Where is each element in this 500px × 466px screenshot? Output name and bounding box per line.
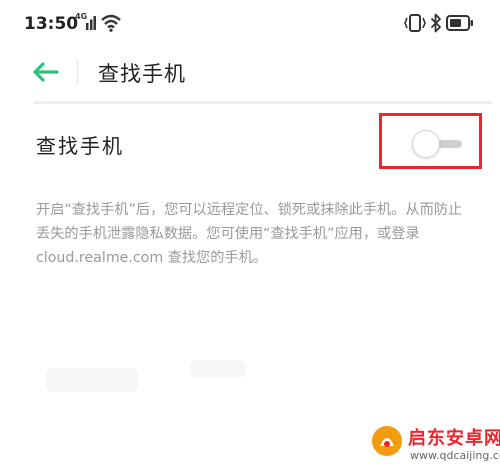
back-button[interactable] bbox=[30, 58, 66, 86]
setting-description: 开启“查找手机”后，您可以远程定位、锁死或抹除此手机。从而防止丢失的手机泄露隐私… bbox=[36, 202, 463, 266]
status-time: 13:50 bbox=[24, 14, 79, 34]
background-blur bbox=[190, 360, 246, 378]
watermark-logo-icon bbox=[372, 426, 402, 456]
watermark-title: 启东安卓网 bbox=[408, 428, 500, 449]
header-divider bbox=[77, 60, 78, 84]
app-header: 查找手机 bbox=[0, 52, 500, 92]
section-divider bbox=[34, 101, 492, 104]
battery-icon bbox=[446, 15, 473, 31]
toggle-knob bbox=[412, 130, 440, 158]
wifi-icon bbox=[101, 14, 121, 32]
page-title: 查找手机 bbox=[98, 62, 186, 86]
watermark-url: www.qdcaijing.com bbox=[410, 449, 500, 462]
arrow-left-icon bbox=[33, 62, 59, 82]
find-phone-toggle[interactable] bbox=[412, 130, 466, 158]
signal-icon bbox=[86, 16, 96, 30]
bluetooth-icon bbox=[430, 13, 441, 33]
watermark: 启东安卓网 www.qdcaijing.com bbox=[364, 424, 500, 466]
status-bar: 13:50 4G bbox=[0, 0, 500, 52]
background-blur bbox=[46, 368, 138, 392]
setting-label: 查找手机 bbox=[36, 134, 124, 158]
find-phone-setting-row[interactable]: 查找手机 bbox=[0, 113, 500, 173]
vibrate-icon bbox=[404, 14, 426, 32]
